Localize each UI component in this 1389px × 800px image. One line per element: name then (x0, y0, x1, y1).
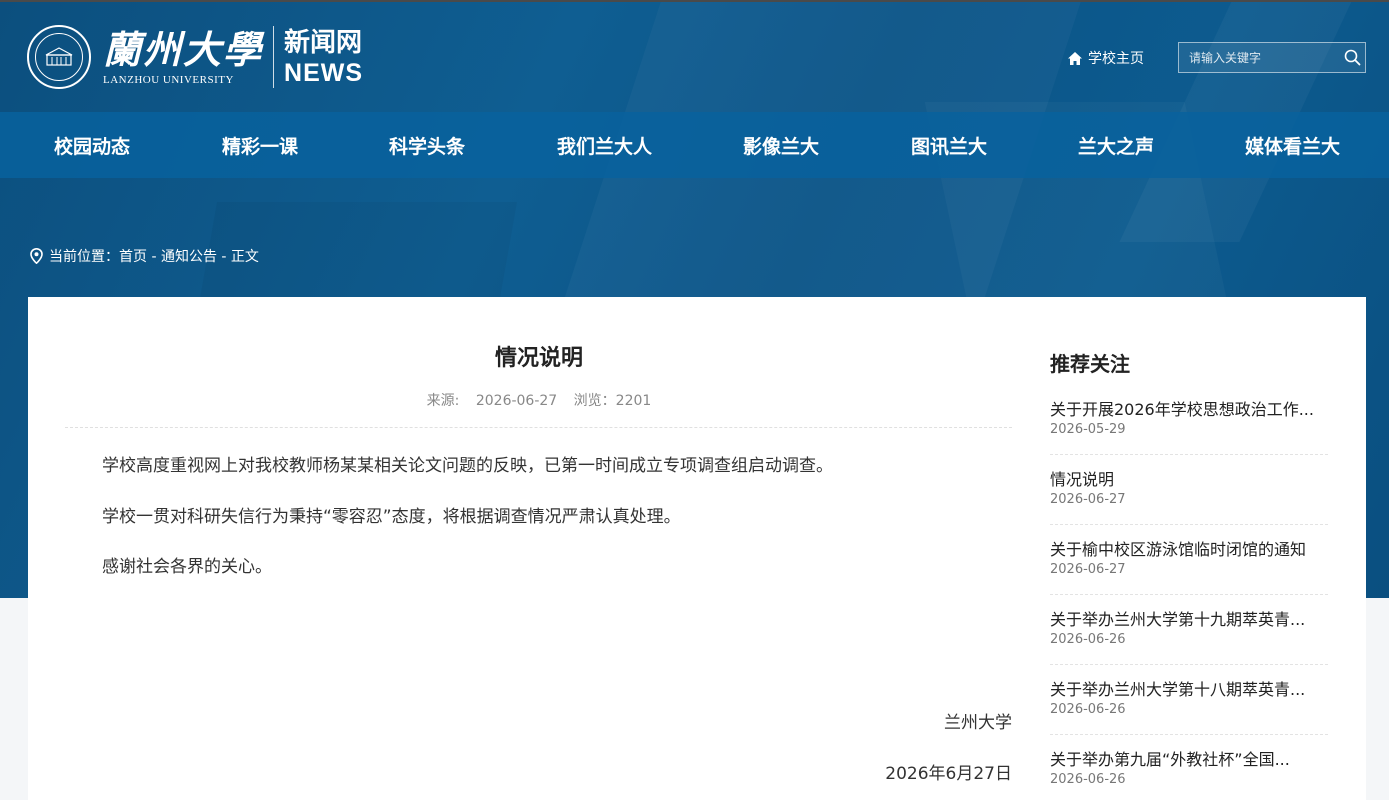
main-navigation: 校园动态 精彩一课 科学头条 我们兰大人 影像兰大 图讯兰大 兰大之声 媒体看兰… (0, 112, 1389, 178)
sidebar-title: 推荐关注 (1050, 352, 1130, 376)
recommended-item-date: 2026-06-26 (1050, 772, 1126, 787)
nav-item-campus-news[interactable]: 校园动态 (54, 112, 130, 178)
nav-item-lzu-photo-news[interactable]: 图讯兰大 (911, 112, 987, 178)
article-meta: 来源: 2026-06-27 浏览：2201 (0, 390, 1078, 410)
article-paragraph: 学校高度重视网上对我校教师杨某某相关论文问题的反映，已第一时间成立专项调查组启动… (102, 456, 833, 476)
meta-divider (65, 427, 1012, 428)
university-seal-icon (27, 25, 91, 89)
article-signature: 兰州大学 (944, 713, 1012, 733)
recommended-item-date: 2026-06-27 (1050, 492, 1126, 507)
recommended-item[interactable]: 关于举办第九届“外教社杯”全国... 2026-06-26 (1050, 735, 1328, 800)
recommended-item-title[interactable]: 关于开展2026年学校思想政治工作... (1050, 396, 1328, 420)
nav-item-lzu-images[interactable]: 影像兰大 (743, 112, 819, 178)
recommended-item[interactable]: 情况说明 2026-06-27 (1050, 455, 1328, 525)
recommended-item-date: 2026-06-26 (1050, 632, 1126, 647)
recommended-item-title[interactable]: 关于举办第九届“外教社杯”全国... (1050, 746, 1328, 770)
recommended-item-date: 2026-06-27 (1050, 562, 1126, 577)
article-views: 浏览：2201 (573, 393, 652, 409)
recommended-item-title[interactable]: 关于举办兰州大学第十八期萃英青... (1050, 676, 1328, 700)
nav-item-media-on-lzu[interactable]: 媒体看兰大 (1245, 112, 1340, 178)
search-input[interactable] (1179, 50, 1339, 65)
site-logo[interactable]: 蘭州大學 LANZHOU UNIVERSITY 新闻网 NEWS (27, 22, 363, 92)
article-date: 2026-06-27 (475, 393, 558, 409)
logo-divider (273, 26, 275, 88)
recommended-item[interactable]: 关于举办兰州大学第十八期萃英青... 2026-06-26 (1050, 665, 1328, 735)
building-icon (45, 47, 73, 66)
home-icon (1068, 51, 1082, 65)
news-wordmark-english: NEWS (284, 59, 364, 87)
news-wordmark-chinese: 新闻网 (284, 28, 363, 58)
wordmark-chinese: 蘭州大學 (103, 27, 264, 72)
recommended-item-date: 2026-06-26 (1050, 702, 1126, 717)
search-icon[interactable] (1339, 43, 1365, 73)
university-wordmark: 蘭州大學 LANZHOU UNIVERSITY (103, 27, 264, 87)
recommended-item[interactable]: 关于开展2026年学校思想政治工作... 2026-05-29 (1050, 385, 1328, 455)
breadcrumb: 当前位置：首页 - 通知公告 - 正文 (30, 246, 259, 266)
recommended-item[interactable]: 关于举办兰州大学第十九期萃英青... 2026-06-26 (1050, 595, 1328, 665)
article-paragraph: 感谢社会各界的关心。 (102, 557, 272, 577)
nav-item-science-headlines[interactable]: 科学头条 (389, 112, 465, 178)
location-pin-icon (30, 248, 43, 264)
school-homepage-label: 学校主页 (1088, 51, 1144, 67)
nav-item-great-lessons[interactable]: 精彩一课 (222, 112, 298, 178)
article-title: 情况说明 (494, 346, 583, 371)
article-signature-date: 2026年6月27日 (885, 764, 1012, 784)
recommended-item-title[interactable]: 情况说明 (1050, 466, 1328, 490)
wordmark-english: LANZHOU UNIVERSITY (103, 74, 234, 86)
search-box (1178, 42, 1366, 73)
recommended-item-title[interactable]: 关于榆中校区游泳馆临时闭馆的通知 (1050, 536, 1328, 560)
news-wordmark: 新闻网 NEWS (284, 27, 363, 87)
recommended-item-date: 2026-05-29 (1050, 422, 1126, 437)
nav-item-lzu-voice[interactable]: 兰大之声 (1078, 112, 1154, 178)
nav-item-we-lzu-people[interactable]: 我们兰大人 (557, 112, 652, 178)
article-source: 来源: (426, 393, 460, 409)
recommended-list: 关于开展2026年学校思想政治工作... 2026-05-29 情况说明 202… (1050, 385, 1328, 800)
recommended-item-title[interactable]: 关于举办兰州大学第十九期萃英青... (1050, 606, 1328, 630)
school-homepage-link[interactable]: 学校主页 (1067, 48, 1144, 68)
article-paragraph: 学校一贯对科研失信行为秉持“零容忍”态度，将根据调查情况严肃认真处理。 (102, 507, 681, 527)
recommended-item[interactable]: 关于榆中校区游泳馆临时闭馆的通知 2026-06-27 (1050, 525, 1328, 595)
breadcrumb-text: 当前位置：首页 - 通知公告 - 正文 (49, 249, 259, 265)
